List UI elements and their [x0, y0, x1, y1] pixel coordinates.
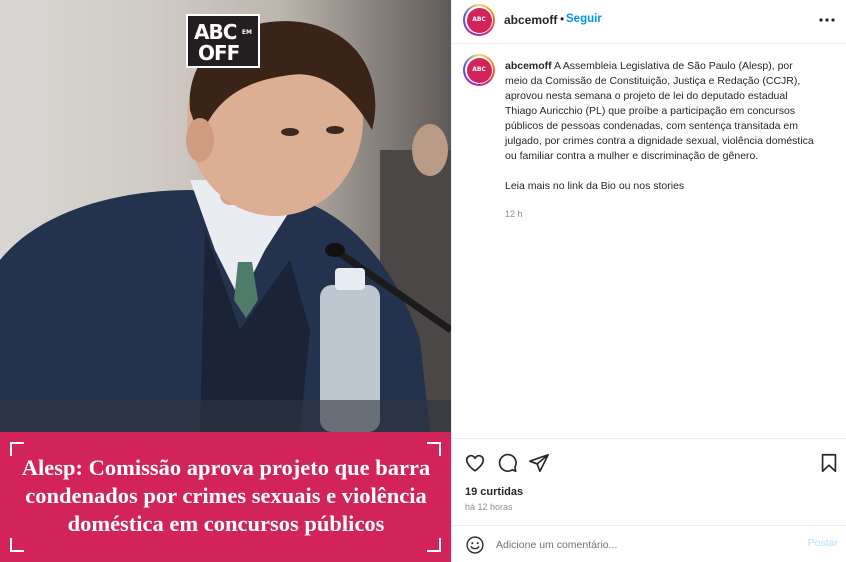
microphone-head — [325, 243, 345, 257]
separator-dot: • — [560, 12, 565, 26]
caption-body: abcemoff A Assembleia Legislativa de São… — [505, 59, 815, 164]
share-icon[interactable] — [528, 452, 550, 474]
actions-section: 19 curtidas há 12 horas Postar — [452, 438, 846, 562]
eye-left — [281, 128, 299, 136]
avatar[interactable]: ABC — [463, 4, 495, 36]
more-horizontal-icon[interactable] — [815, 10, 839, 30]
caption-username[interactable]: abcemoff — [505, 60, 552, 72]
post-time: há 12 horas — [465, 502, 513, 512]
post-media[interactable]: ABC EM OFF Alesp: Comissão aprova projet… — [0, 0, 451, 562]
comment-input[interactable] — [496, 536, 796, 554]
likes-count[interactable]: 19 curtidas — [465, 486, 523, 498]
bottle-cap — [335, 268, 365, 290]
headline-text: Alesp: Comissão aprova projeto que barra… — [21, 455, 431, 536]
post-details-panel: ABC abcemoff • Seguir ABC abcemoff A Ass… — [451, 0, 846, 562]
logo-em: EM — [241, 29, 252, 36]
post-header: ABC abcemoff • Seguir — [452, 0, 846, 44]
follow-button[interactable]: Seguir — [566, 13, 602, 25]
caption-extra: Leia mais no link da Bio ou nos stories — [505, 180, 685, 192]
comment-icon[interactable] — [496, 452, 518, 474]
abc-em-off-logo: ABC EM OFF — [186, 14, 260, 68]
ear — [186, 118, 214, 162]
avatar-logo: ABC — [466, 7, 492, 33]
table — [0, 400, 451, 432]
post-comment-button[interactable]: Postar — [808, 537, 838, 549]
corner-mark — [10, 538, 24, 552]
caption-time: 12 h — [505, 209, 523, 219]
caption: abcemoff A Assembleia Legislativa de São… — [505, 59, 815, 194]
bg-head — [412, 124, 448, 176]
caption-text: A Assembleia Legislativa de São Paulo (A… — [505, 60, 814, 162]
eye-right — [326, 126, 344, 134]
header-username[interactable]: abcemoff — [504, 13, 557, 27]
corner-mark — [427, 538, 441, 552]
heart-icon[interactable] — [464, 452, 486, 474]
logo-line2: OFF — [198, 41, 240, 65]
comment-bar: Postar — [452, 525, 846, 562]
post-photo: ABC EM OFF — [0, 0, 451, 432]
emoji-icon[interactable] — [465, 535, 485, 555]
logo-line1: ABC — [194, 20, 237, 44]
bookmark-icon[interactable] — [818, 452, 840, 474]
avatar-logo: ABC — [466, 57, 492, 83]
caption-avatar[interactable]: ABC — [463, 54, 495, 86]
headline-banner: Alesp: Comissão aprova projeto que barra… — [0, 432, 451, 562]
